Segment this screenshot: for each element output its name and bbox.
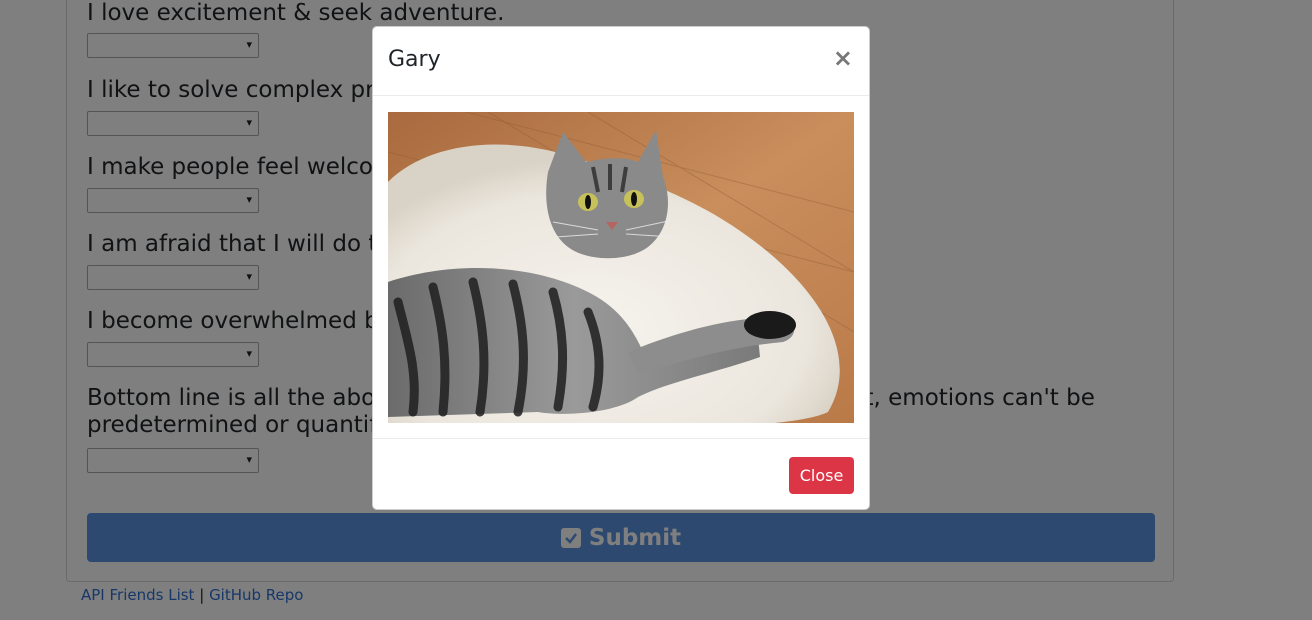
modal-body <box>373 96 869 439</box>
close-button[interactable]: Close <box>789 457 854 494</box>
friend-photo <box>388 112 854 423</box>
result-modal: Gary × Close <box>372 26 870 510</box>
modal-header: Gary × <box>373 27 869 96</box>
close-icon[interactable]: × <box>833 44 853 72</box>
page: I love excitement & seek adventure. ▾ I … <box>0 0 1312 620</box>
modal-title: Gary <box>388 47 441 72</box>
